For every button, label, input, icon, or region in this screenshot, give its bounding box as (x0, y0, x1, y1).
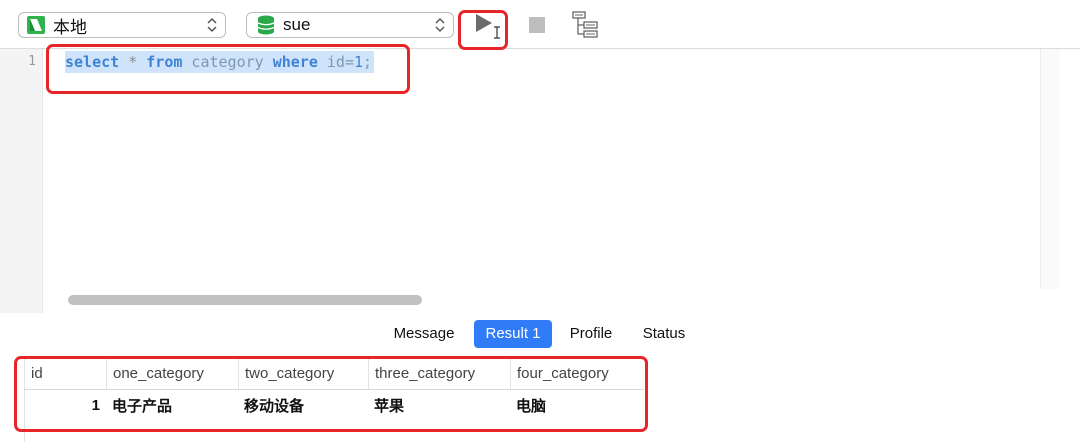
column-header-id[interactable]: id (24, 357, 106, 389)
tab-profile[interactable]: Profile (560, 320, 622, 348)
updown-chevron-icon (206, 16, 218, 39)
cell-one-category[interactable]: 电子产品 (106, 391, 238, 419)
sql-editor[interactable]: 1 select * from category where id=1; (0, 49, 1080, 313)
code-area[interactable]: select * from category where id=1; (43, 49, 1060, 313)
line-number-gutter: 1 (0, 49, 43, 313)
column-header-two-category[interactable]: two_category (238, 357, 368, 389)
column-header-one-category[interactable]: one_category (106, 357, 238, 389)
connection-label: 本地 (53, 17, 87, 37)
grid-header-row: id one_category two_category three_categ… (24, 357, 644, 390)
tab-result-1[interactable]: Result 1 (474, 320, 552, 348)
result-tabs: Message Result 1 Profile Status (0, 313, 1080, 357)
tab-message[interactable]: Message (382, 320, 466, 348)
tab-status[interactable]: Status (632, 320, 696, 348)
navicat-connection-icon (27, 16, 45, 34)
sql-keyword: from (146, 53, 183, 71)
query-toolbar: 本地 sue (0, 0, 1080, 49)
stop-icon (528, 17, 546, 38)
stop-button[interactable] (528, 16, 546, 34)
line-number: 1 (28, 54, 36, 69)
database-label: sue (283, 15, 311, 34)
explain-icon (572, 11, 600, 43)
column-header-three-category[interactable]: three_category (368, 357, 510, 389)
updown-chevron-icon (434, 16, 446, 39)
cell-two-category[interactable]: 移动设备 (238, 391, 368, 419)
sql-statement[interactable]: select * from category where id=1; (65, 51, 375, 73)
sql-number: 1 (354, 53, 364, 71)
database-select[interactable]: sue (246, 12, 454, 38)
database-icon (257, 15, 275, 35)
sql-terminator: ; (363, 53, 373, 71)
vertical-scrollbar[interactable] (1040, 49, 1060, 289)
result-grid[interactable]: id one_category two_category three_categ… (24, 357, 644, 442)
horizontal-scroll-thumb[interactable] (68, 295, 422, 305)
sql-operator: * (119, 53, 147, 71)
cell-four-category[interactable]: 电脑 (510, 391, 644, 419)
table-row[interactable]: 1 电子产品 移动设备 苹果 电脑 (24, 391, 644, 419)
sql-keyword: where (272, 53, 318, 71)
sql-keyword: select (65, 53, 120, 71)
connection-select[interactable]: 本地 (18, 12, 226, 38)
explain-button[interactable] (572, 11, 600, 39)
cell-id[interactable]: 1 (24, 391, 106, 419)
play-icon (470, 14, 506, 44)
column-header-four-category[interactable]: four_category (510, 357, 644, 389)
sql-identifier: category (182, 53, 273, 71)
cell-three-category[interactable]: 苹果 (368, 391, 510, 419)
run-button[interactable] (470, 12, 506, 40)
sql-identifier: id= (317, 53, 354, 71)
horizontal-scrollbar[interactable] (64, 293, 1060, 307)
